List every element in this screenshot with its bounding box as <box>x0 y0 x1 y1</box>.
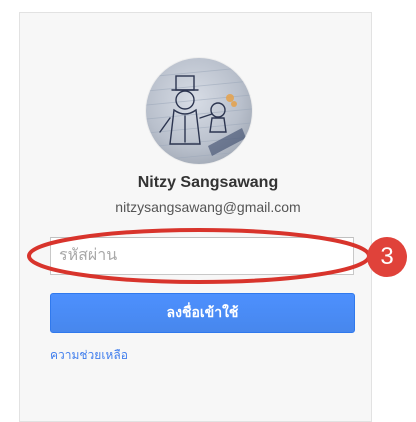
step-number-badge: 3 <box>367 237 407 277</box>
account-email: nitzysangsawang@gmail.com <box>115 199 301 215</box>
account-name: Nitzy Sangsawang <box>137 174 279 191</box>
password-input[interactable] <box>50 237 354 275</box>
signin-button[interactable]: ลงชื่อเข้าใช้ <box>50 293 355 333</box>
help-link[interactable]: ความช่วยเหลือ <box>50 346 128 365</box>
sketch-avatar-icon <box>146 66 252 162</box>
profile-avatar <box>146 58 252 164</box>
